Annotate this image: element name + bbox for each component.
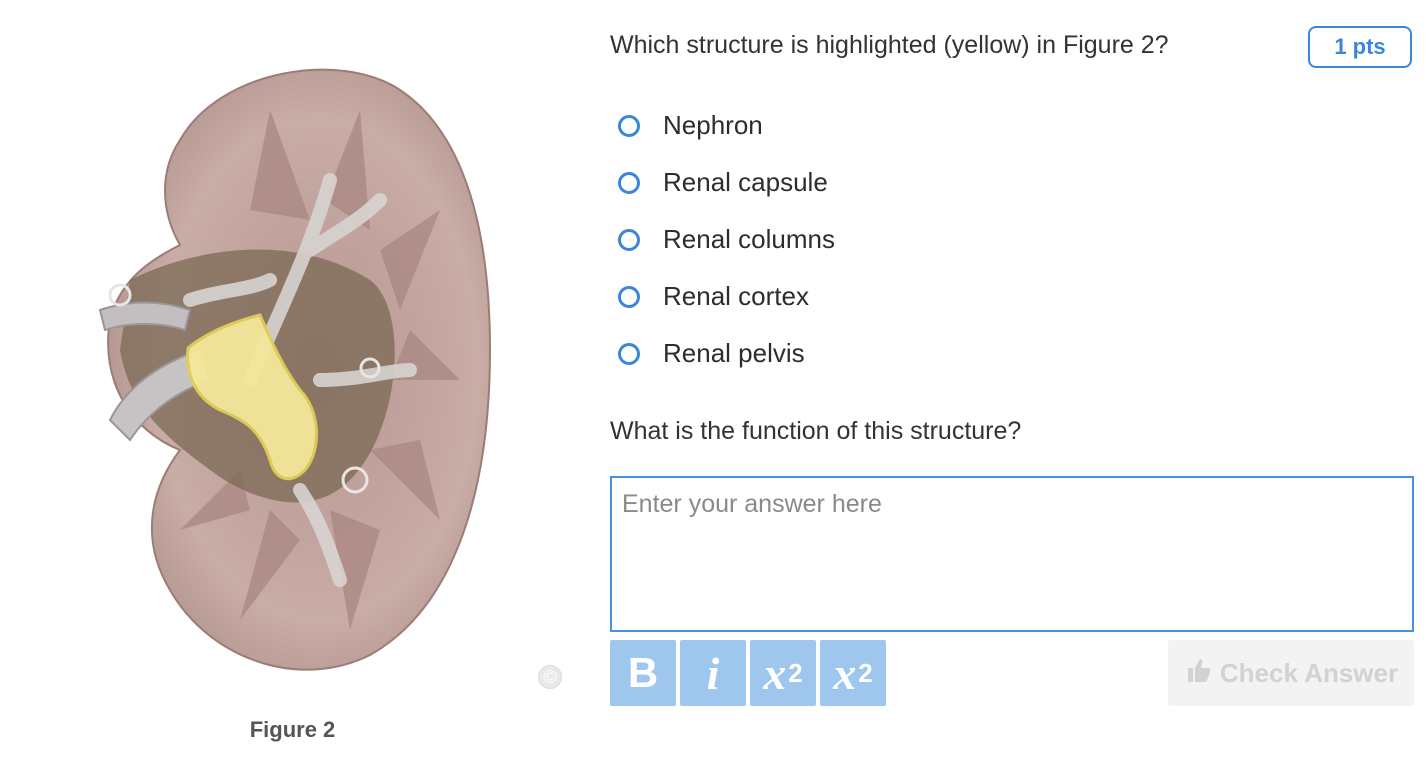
- radio-button[interactable]: [618, 285, 640, 308]
- option-renal-capsule[interactable]: Renal capsule: [615, 154, 835, 211]
- option-label: Renal capsule: [663, 167, 828, 197]
- copyright-icon[interactable]: ©: [538, 665, 562, 689]
- check-answer-button[interactable]: Check Answer: [1168, 640, 1414, 706]
- radio-button[interactable]: [618, 228, 640, 251]
- radio-button[interactable]: [618, 342, 640, 365]
- bold-label: B: [627, 649, 659, 696]
- thumbs-up-icon: [1184, 655, 1214, 692]
- italic-button[interactable]: i: [680, 640, 746, 706]
- check-answer-label: Check Answer: [1219, 657, 1399, 688]
- superscript-button[interactable]: x2: [820, 640, 886, 706]
- subscript-mark: 2: [788, 657, 803, 688]
- option-label: Renal pelvis: [663, 338, 805, 368]
- radio-button[interactable]: [618, 171, 640, 194]
- points-badge: 1 pts: [1308, 26, 1412, 68]
- question-text: Which structure is highlighted (yellow) …: [610, 31, 1169, 59]
- subscript-button[interactable]: x2: [750, 640, 816, 706]
- italic-label: i: [706, 647, 720, 699]
- option-label: Renal columns: [663, 224, 835, 254]
- figure-caption: Figure 2: [249, 717, 336, 742]
- function-question-text: What is the function of this structure?: [610, 417, 1022, 445]
- option-label: Renal cortex: [663, 281, 809, 311]
- radio-button[interactable]: [618, 114, 640, 137]
- answer-textarea[interactable]: [610, 476, 1414, 632]
- option-label: Nephron: [663, 110, 763, 140]
- subscript-base: x: [763, 647, 787, 699]
- bold-button[interactable]: B: [610, 640, 676, 706]
- superscript-mark: 2: [858, 657, 873, 688]
- option-nephron[interactable]: Nephron: [615, 97, 835, 154]
- kidney-figure: [70, 50, 520, 680]
- option-renal-columns[interactable]: Renal columns: [615, 211, 835, 268]
- option-renal-pelvis[interactable]: Renal pelvis: [615, 325, 835, 382]
- option-renal-cortex[interactable]: Renal cortex: [615, 268, 835, 325]
- answer-options: Nephron Renal capsule Renal columns Rena…: [615, 97, 835, 382]
- superscript-base: x: [833, 647, 857, 699]
- kidney-image: [98, 68, 492, 671]
- format-toolbar: B i x2 x2: [610, 640, 886, 706]
